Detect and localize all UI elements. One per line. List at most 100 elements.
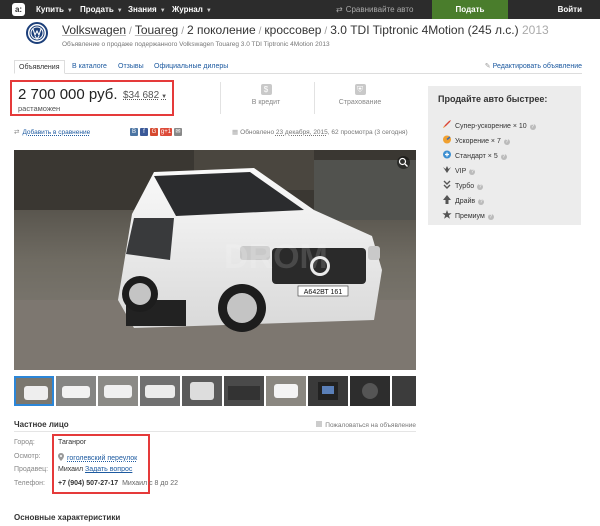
nav-buy[interactable]: Купить ▼ xyxy=(36,0,73,19)
site-logo[interactable]: a: xyxy=(12,3,25,16)
turbo-icon xyxy=(442,180,452,189)
flag-icon xyxy=(316,421,323,427)
ad-actions: ⇄ Добавить в сравнение Вf Gg+1 ✉ ▦ Обновлено… xyxy=(14,128,416,138)
edit-ad-link[interactable]: ✎ Редактировать объявление xyxy=(485,60,582,73)
breadcrumb-brand[interactable]: Volkswagen xyxy=(62,23,126,37)
updated-info: ▦ Обновлено 23 декабря, 2015, 62 просмотр… xyxy=(232,129,408,136)
promo-premium-label: Премиум xyxy=(455,213,485,220)
chevron-down-icon: ▼ xyxy=(205,8,212,14)
rocket-icon xyxy=(442,120,452,129)
facebook-share-icon[interactable]: f xyxy=(140,128,148,136)
info-label: Телефон: xyxy=(14,480,45,487)
promo-standard-label: Стандарт × 5 xyxy=(455,153,498,160)
standard-icon xyxy=(442,150,452,159)
seller-name: Михаил xyxy=(58,466,84,473)
views-count: 62 просмотра (3 сегодня) xyxy=(331,129,408,136)
customs-status: растаможен xyxy=(18,104,61,113)
breadcrumb-year: 2013 xyxy=(521,23,549,37)
photo-thumbnail[interactable] xyxy=(350,376,390,406)
help-icon[interactable]: ? xyxy=(503,139,510,145)
info-label: Продавец: xyxy=(14,466,49,473)
help-icon[interactable]: ? xyxy=(529,124,536,130)
breadcrumb-model[interactable]: Touareg xyxy=(135,23,178,37)
promo-drive[interactable]: Драйв? xyxy=(442,195,485,205)
breadcrumb-generation: 2 поколение xyxy=(186,23,256,37)
breadcrumb-body: кроссовер xyxy=(264,23,322,37)
tab-dealers[interactable]: Официальные дилеры xyxy=(150,60,232,74)
promo-boost[interactable]: Ускорение × 7? xyxy=(442,135,510,145)
nav-buy-label: Купить xyxy=(36,5,64,14)
nav-sell[interactable]: Продать ▼ xyxy=(80,0,123,19)
photo-thumbnails xyxy=(14,376,416,406)
seller-name-row: Михаил Задать вопрос xyxy=(58,466,132,473)
credit-option[interactable]: $ В кредит xyxy=(236,84,296,106)
nav-journal[interactable]: Журнал ▼ xyxy=(172,0,212,19)
breadcrumb-separator: / xyxy=(129,26,132,37)
compare-label: Сравнивайте авто xyxy=(345,5,414,14)
promo-standard[interactable]: Стандарт × 5? xyxy=(442,150,507,160)
photo-thumbnail[interactable] xyxy=(266,376,306,406)
insurance-label: Страхование xyxy=(338,99,382,106)
chevron-down-icon: ▼ xyxy=(116,8,123,14)
add-to-compare-label: Добавить в сравнение xyxy=(22,129,91,136)
ask-question-link[interactable]: Задать вопрос xyxy=(85,466,132,473)
google-share-icon[interactable]: G xyxy=(150,128,158,136)
promo-drive-label: Драйв xyxy=(455,198,476,205)
city-value: Таганрог xyxy=(58,439,87,446)
help-icon[interactable]: ? xyxy=(469,169,476,175)
drive-icon xyxy=(442,195,452,204)
compare-icon: ⇄ xyxy=(14,129,20,136)
add-to-compare-link[interactable]: ⇄ Добавить в сравнение xyxy=(14,128,90,136)
map-pin-icon xyxy=(58,453,64,461)
nav-knowledge[interactable]: Знания ▼ xyxy=(128,0,166,19)
photo-thumbnail[interactable] xyxy=(98,376,138,406)
promo-super-boost[interactable]: Супер-ускорение × 10? xyxy=(442,120,536,130)
volkswagen-logo-icon xyxy=(26,22,48,44)
social-share: Вf Gg+1 ✉ xyxy=(130,128,184,137)
price-rub: 2 700 000 руб. xyxy=(18,86,118,103)
photo-thumbnail[interactable] xyxy=(140,376,180,406)
updated-prefix: Обновлено xyxy=(240,129,275,136)
promo-premium[interactable]: Премиум? xyxy=(442,210,494,220)
tab-catalog[interactable]: В каталоге xyxy=(68,60,111,74)
nav-sell-label: Продать xyxy=(80,5,114,14)
help-icon[interactable]: ? xyxy=(500,154,507,160)
photo-thumbnail[interactable] xyxy=(224,376,264,406)
photo-thumbnail[interactable] xyxy=(308,376,348,406)
updated-date[interactable]: 23 декабря, 2015 xyxy=(276,129,328,136)
email-share-icon[interactable]: ✉ xyxy=(174,128,182,136)
photo-thumbnail[interactable] xyxy=(14,376,54,406)
post-ad-button[interactable]: Подать объявление xyxy=(432,0,508,33)
tab-reviews[interactable]: Отзывы xyxy=(114,60,148,74)
chevron-down-icon: ▼ xyxy=(66,8,73,14)
compare-cars-link[interactable]: ⇄ Сравнивайте авто xyxy=(336,0,413,19)
google-plus-share-icon[interactable]: g+1 xyxy=(160,128,172,136)
help-icon[interactable]: ? xyxy=(487,214,494,220)
compare-icon: ⇄ xyxy=(336,5,343,14)
calendar-icon: ▦ xyxy=(232,129,239,136)
login-link[interactable]: Войти xyxy=(558,0,582,19)
photo-thumbnail[interactable] xyxy=(56,376,96,406)
zoom-icon[interactable] xyxy=(397,156,410,169)
help-icon[interactable]: ? xyxy=(478,199,485,205)
credit-icon: $ xyxy=(260,84,272,95)
vk-share-icon[interactable]: В xyxy=(130,128,138,136)
edit-ad-label: Редактировать объявление xyxy=(492,63,582,70)
price-usd-dropdown[interactable]: $34 682 ▼ xyxy=(123,90,167,101)
phone-number[interactable]: +7 (904) 507-27-17 xyxy=(58,480,118,487)
inspection-location[interactable]: гоголевский переулок xyxy=(58,453,137,462)
main-car-photo[interactable]: А642ВТ 161 DROM xyxy=(14,150,416,370)
car-photo-image: А642ВТ 161 DROM xyxy=(14,150,416,370)
premium-icon xyxy=(442,210,452,219)
help-icon[interactable]: ? xyxy=(477,184,484,190)
promo-turbo[interactable]: Турбо? xyxy=(442,180,484,190)
promo-vip[interactable]: VIP? xyxy=(442,165,476,175)
report-ad-link[interactable]: Пожаловаться на объявление xyxy=(316,421,416,429)
photo-thumbnail[interactable] xyxy=(392,376,416,406)
tab-ads[interactable]: Объявления xyxy=(14,60,65,74)
promo-boost-label: Ускорение × 7 xyxy=(455,138,501,145)
insurance-option[interactable]: ⛨ Страхование xyxy=(330,84,390,106)
seller-title: Частное лицо xyxy=(14,420,69,429)
photo-thumbnail[interactable] xyxy=(182,376,222,406)
price-usd-value: $34 682 xyxy=(123,90,160,101)
